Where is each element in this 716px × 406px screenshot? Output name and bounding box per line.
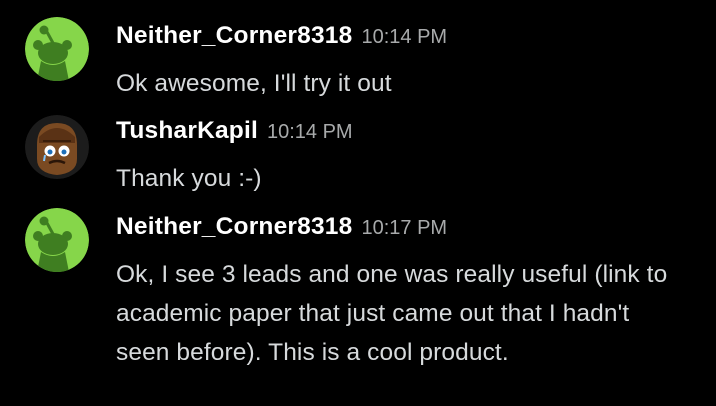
message-text: Ok awesome, I'll try it out	[116, 70, 392, 97]
message-text: Ok, I see 3 leads and one was really use…	[116, 261, 668, 366]
timestamp: 10:17 PM	[361, 217, 448, 239]
timestamp: 10:14 PM	[266, 121, 353, 143]
snoo-avatar-icon	[25, 17, 89, 81]
user-avatar[interactable]	[25, 17, 89, 81]
user-avatar[interactable]	[25, 208, 89, 272]
message-header: Neither_Corner8318 10:17 PM	[116, 213, 447, 243]
message-text: Thank you :-)	[116, 165, 262, 192]
user-avatar[interactable]	[25, 115, 89, 179]
username[interactable]: Neither_Corner8318	[116, 213, 352, 241]
chat-message-list: Neither_Corner8318 10:14 PM Ok awesome, …	[0, 0, 716, 406]
message-header: TusharKapil 10:14 PM	[116, 117, 353, 147]
message-header: Neither_Corner8318 10:14 PM	[116, 22, 447, 52]
cartoon-character-avatar-icon	[25, 115, 89, 179]
username[interactable]: Neither_Corner8318	[116, 22, 352, 50]
snoo-avatar-icon	[25, 208, 89, 272]
timestamp: 10:14 PM	[361, 26, 448, 48]
username[interactable]: TusharKapil	[116, 117, 258, 145]
